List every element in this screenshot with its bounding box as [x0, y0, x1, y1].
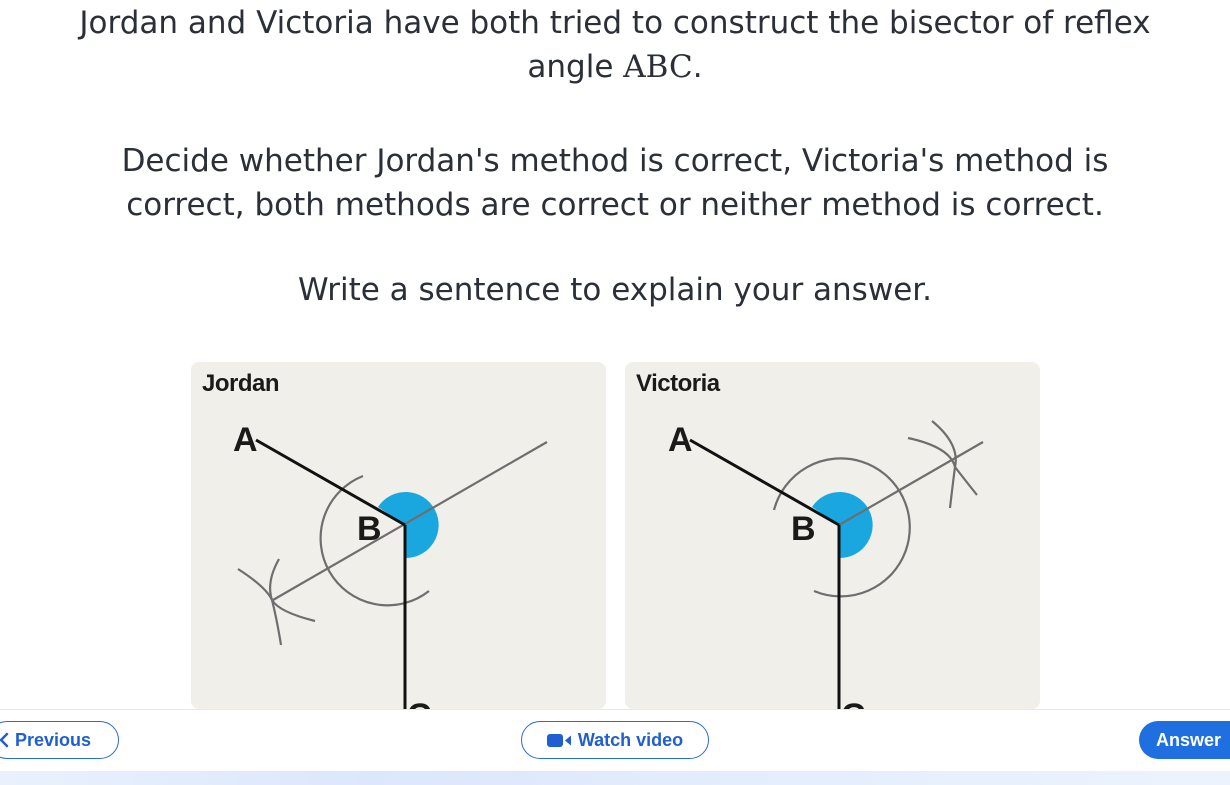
answer-label: Answer: [1156, 729, 1222, 750]
jordan-construction-diagram: A B C: [233, 421, 548, 709]
question-line-2: angle ABC.: [0, 46, 1230, 88]
bottom-navigation-bar: Previous Watch video Answer: [0, 709, 1230, 772]
chevron-left-icon: [0, 732, 9, 748]
jordan-diagram-panel: Jordan A B C: [191, 362, 606, 709]
victoria-bisector-line: [838, 441, 984, 526]
previous-button[interactable]: Previous: [0, 721, 119, 759]
victoria-label-c: C: [841, 697, 866, 709]
question-angle-prefix: angle: [527, 49, 624, 85]
jordan-label-b: B: [357, 510, 382, 548]
jordan-label-a: A: [233, 421, 258, 459]
jordan-label-c: C: [407, 697, 432, 709]
footer-gradient-strip: [0, 771, 1230, 785]
victoria-arm-ba: [689, 438, 840, 527]
decide-line-2: correct, both methods are correct or nei…: [126, 187, 1104, 223]
jordan-construction-arc-2: [269, 558, 283, 646]
watch-video-button[interactable]: Watch video: [521, 721, 709, 759]
video-camera-icon: [546, 733, 572, 748]
jordan-construction-arc-1: [237, 568, 316, 623]
victoria-label-b: B: [791, 510, 816, 548]
question-line-1: Jordan and Victoria have both tried to c…: [79, 5, 1151, 41]
victoria-construction-diagram: A B C: [668, 420, 984, 709]
explain-instruction: Write a sentence to explain your answer.: [297, 272, 933, 308]
angle-abc-math: ABC: [623, 49, 693, 85]
previous-label: Previous: [15, 729, 92, 750]
question-line-2-end: .: [692, 49, 703, 85]
victoria-diagram-panel: Victoria A B C: [625, 362, 1040, 709]
jordan-reflex-angle-sector: [378, 492, 439, 559]
jordan-arm-ba: [255, 438, 406, 527]
decide-line-1: Decide whether Jordan's method is correc…: [121, 143, 1109, 179]
jordan-bisector-line: [272, 441, 548, 601]
victoria-reflex-angle-sector: [812, 492, 873, 559]
answer-button[interactable]: Answer: [1139, 721, 1230, 759]
watch-video-label: Watch video: [577, 729, 684, 750]
victoria-label-a: A: [668, 421, 693, 459]
